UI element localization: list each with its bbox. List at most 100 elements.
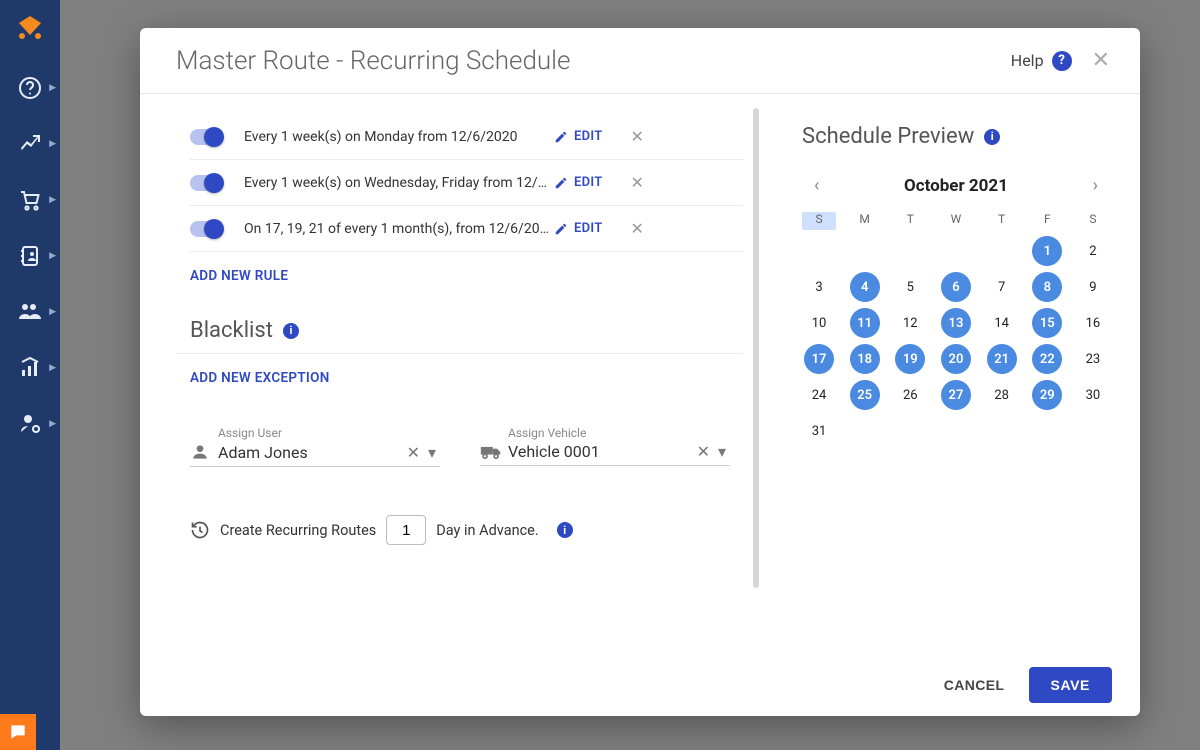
- calendar-day[interactable]: 15: [1032, 308, 1062, 338]
- calendar-day[interactable]: 21: [987, 344, 1017, 374]
- remove-rule-icon[interactable]: ✕: [627, 219, 648, 238]
- calendar-day[interactable]: 30: [1078, 380, 1108, 410]
- rule-text: Every 1 week(s) on Monday from 12/6/2020: [244, 129, 554, 145]
- assign-user-field: Assign User Adam Jones ✕ ▾: [190, 426, 440, 467]
- advance-row: Create Recurring Routes Day in Advance. …: [190, 467, 743, 545]
- chevron-down-icon[interactable]: ▾: [424, 443, 440, 462]
- info-icon[interactable]: i: [283, 323, 299, 339]
- remove-rule-icon[interactable]: ✕: [627, 127, 648, 146]
- calendar-day[interactable]: 25: [850, 380, 880, 410]
- calendar-dow: M: [848, 212, 882, 230]
- sidebar-addressbook[interactable]: ▶: [0, 228, 60, 284]
- modal-title: Master Route - Recurring Schedule: [176, 46, 1011, 76]
- calendar-day[interactable]: 23: [1078, 344, 1108, 374]
- calendar-day[interactable]: 8: [1032, 272, 1062, 302]
- calendar-grid: SMTWTFS123456789101112131415161718192021…: [802, 212, 1110, 446]
- edit-rule-button[interactable]: EDIT: [554, 129, 603, 144]
- calendar-day[interactable]: 16: [1078, 308, 1108, 338]
- cancel-button[interactable]: CANCEL: [938, 669, 1011, 701]
- calendar-day[interactable]: 4: [850, 272, 880, 302]
- advance-prefix: Create Recurring Routes: [220, 522, 376, 539]
- info-icon[interactable]: i: [984, 129, 1000, 145]
- chevron-down-icon[interactable]: ▾: [714, 442, 730, 461]
- help-link[interactable]: Help ?: [1011, 51, 1072, 71]
- preview-heading: Schedule Preview i: [802, 124, 1110, 149]
- prev-month-icon[interactable]: ‹: [808, 171, 825, 200]
- save-button[interactable]: SAVE: [1029, 667, 1113, 703]
- assign-vehicle-select[interactable]: Vehicle 0001 ✕ ▾: [480, 442, 730, 466]
- advance-suffix: Day in Advance.: [436, 522, 538, 539]
- remove-rule-icon[interactable]: ✕: [627, 173, 648, 192]
- assign-vehicle-field: Assign Vehicle Vehicle 0001 ✕ ▾: [480, 426, 730, 467]
- calendar-day[interactable]: 9: [1078, 272, 1108, 302]
- calendar-day[interactable]: 6: [941, 272, 971, 302]
- calendar-day[interactable]: 12: [895, 308, 925, 338]
- edit-label: EDIT: [574, 175, 603, 190]
- calendar-day[interactable]: 18: [850, 344, 880, 374]
- calendar-day[interactable]: 29: [1032, 380, 1062, 410]
- chevron-right-icon: ▶: [49, 251, 56, 261]
- clear-icon[interactable]: ✕: [403, 443, 424, 462]
- pencil-icon: [554, 130, 568, 144]
- calendar-day[interactable]: 19: [895, 344, 925, 374]
- sidebar-help[interactable]: ▶: [0, 60, 60, 116]
- calendar-day[interactable]: 22: [1032, 344, 1062, 374]
- calendar-day[interactable]: 10: [804, 308, 834, 338]
- calendar-day[interactable]: 17: [804, 344, 834, 374]
- help-label: Help: [1011, 51, 1044, 70]
- person-icon: [190, 442, 212, 462]
- assign-user-value: Adam Jones: [218, 443, 403, 462]
- edit-rule-button[interactable]: EDIT: [554, 221, 603, 236]
- sidebar-growth[interactable]: ▶: [0, 116, 60, 172]
- sidebar-user-settings[interactable]: ▶: [0, 396, 60, 452]
- chevron-right-icon: ▶: [49, 195, 56, 205]
- add-rule-button[interactable]: ADD NEW RULE: [190, 252, 743, 304]
- chat-launcher[interactable]: [0, 714, 36, 750]
- calendar-day[interactable]: 31: [804, 416, 834, 446]
- calendar-nav: ‹ October 2021 ›: [802, 171, 1110, 200]
- calendar-day[interactable]: 27: [941, 380, 971, 410]
- preview-label: Schedule Preview: [802, 124, 974, 149]
- advance-days-input[interactable]: [386, 515, 426, 545]
- rule-text: On 17, 19, 21 of every 1 month(s), from …: [244, 221, 554, 237]
- modal-footer: CANCEL SAVE: [140, 654, 1140, 716]
- edit-label: EDIT: [574, 221, 603, 236]
- calendar-day[interactable]: 28: [987, 380, 1017, 410]
- calendar-day[interactable]: 20: [941, 344, 971, 374]
- chevron-right-icon: ▶: [49, 139, 56, 149]
- calendar-day[interactable]: 3: [804, 272, 834, 302]
- calendar-day[interactable]: 7: [987, 272, 1017, 302]
- rule-toggle[interactable]: [190, 129, 222, 145]
- help-icon: ?: [1052, 51, 1072, 71]
- info-icon[interactable]: i: [557, 522, 573, 538]
- calendar-day[interactable]: 13: [941, 308, 971, 338]
- calendar-day[interactable]: 1: [1032, 236, 1062, 266]
- scrollbar[interactable]: [753, 108, 759, 588]
- calendar-day[interactable]: 5: [895, 272, 925, 302]
- sidebar-analytics[interactable]: ▶: [0, 340, 60, 396]
- calendar-day[interactable]: 2: [1078, 236, 1108, 266]
- calendar-day[interactable]: 14: [987, 308, 1017, 338]
- sidebar-team[interactable]: ▶: [0, 284, 60, 340]
- assign-vehicle-label: Assign Vehicle: [508, 426, 730, 440]
- calendar-day: [804, 236, 834, 266]
- assign-user-select[interactable]: Adam Jones ✕ ▾: [190, 442, 440, 467]
- pencil-icon: [554, 222, 568, 236]
- calendar-day[interactable]: 26: [895, 380, 925, 410]
- calendar-day[interactable]: 11: [850, 308, 880, 338]
- calendar-day: [850, 236, 880, 266]
- calendar-dow: F: [1030, 212, 1064, 230]
- calendar-day[interactable]: 24: [804, 380, 834, 410]
- edit-rule-button[interactable]: EDIT: [554, 175, 603, 190]
- add-exception-button[interactable]: ADD NEW EXCEPTION: [190, 354, 743, 406]
- recurring-schedule-modal: Master Route - Recurring Schedule Help ?…: [140, 28, 1140, 716]
- rule-row: On 17, 19, 21 of every 1 month(s), from …: [190, 206, 743, 252]
- sidebar-orders[interactable]: ▶: [0, 172, 60, 228]
- rule-toggle[interactable]: [190, 221, 222, 237]
- clear-icon[interactable]: ✕: [693, 442, 714, 461]
- blacklist-heading: Blacklist i: [176, 304, 743, 354]
- next-month-icon[interactable]: ›: [1087, 171, 1104, 200]
- close-icon[interactable]: ✕: [1092, 48, 1110, 73]
- rule-toggle[interactable]: [190, 175, 222, 191]
- calendar-dow: T: [893, 212, 927, 230]
